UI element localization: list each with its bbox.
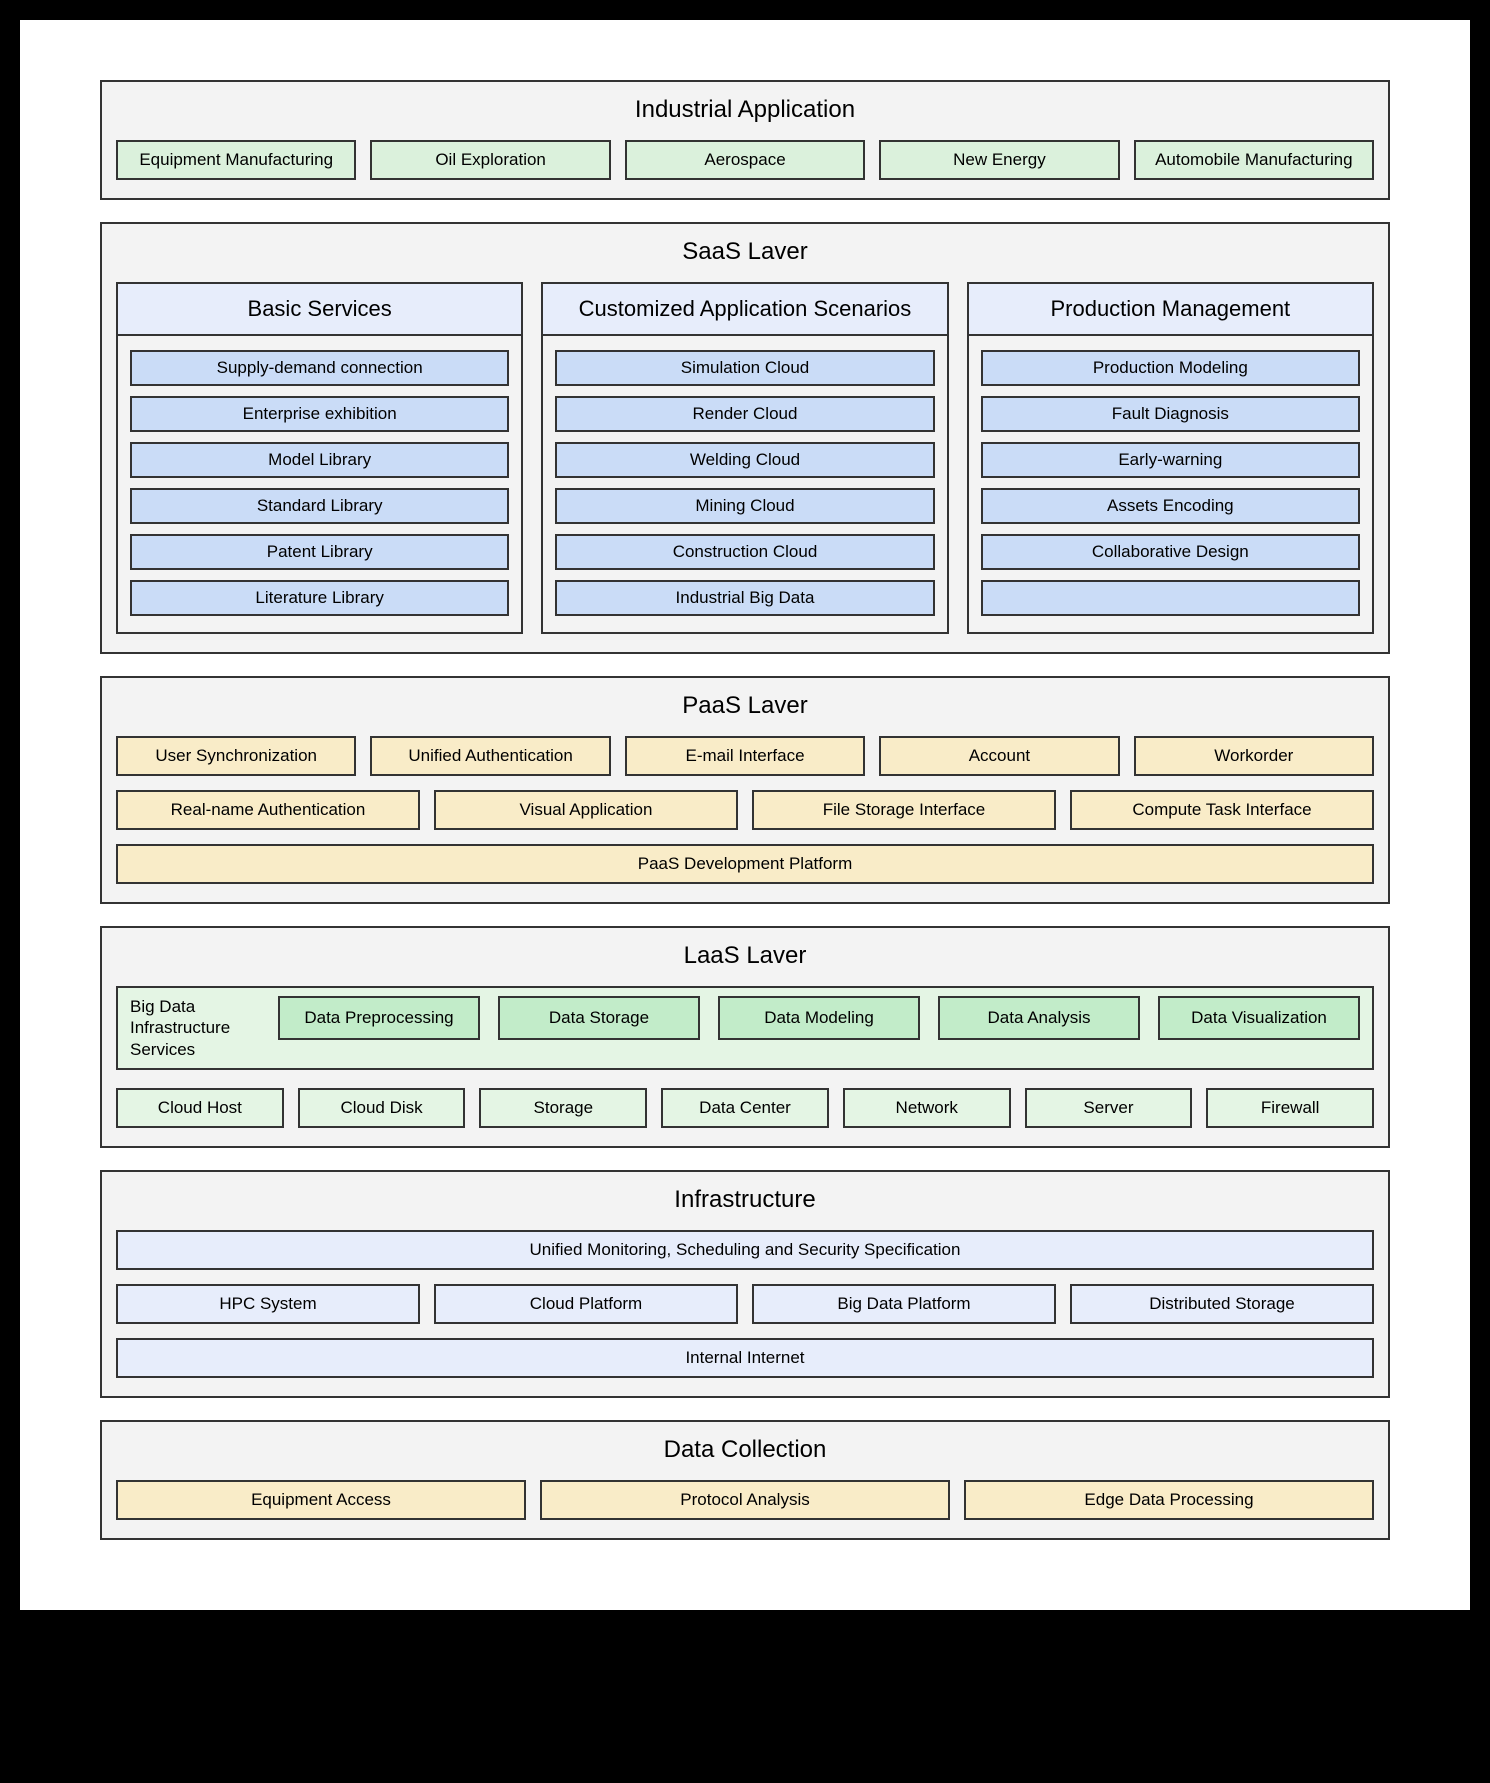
layer-infra: Infrastructure Unified Monitoring, Sched… — [100, 1170, 1390, 1398]
paas-item: Workorder — [1134, 736, 1374, 776]
industrial-item: Automobile Manufacturing — [1134, 140, 1374, 180]
saas-item: Standard Library — [130, 488, 509, 524]
laas-item: Data Center — [661, 1088, 829, 1128]
saas-item: Patent Library — [130, 534, 509, 570]
infra-top: Unified Monitoring, Scheduling and Secur… — [116, 1230, 1374, 1270]
datacollection-item: Equipment Access — [116, 1480, 526, 1520]
laas-bigdata-item: Data Preprocessing — [278, 996, 480, 1040]
paas-item: Account — [879, 736, 1119, 776]
layer-title-industrial: Industrial Application — [116, 96, 1374, 124]
datacollection-item: Edge Data Processing — [964, 1480, 1374, 1520]
infra-item: HPC System — [116, 1284, 420, 1324]
laas-item: Firewall — [1206, 1088, 1374, 1128]
saas-item-empty — [981, 580, 1360, 616]
industrial-item: Aerospace — [625, 140, 865, 180]
saas-col-title: Production Management — [969, 284, 1372, 336]
saas-item: Welding Cloud — [555, 442, 934, 478]
laas-item: Network — [843, 1088, 1011, 1128]
layer-datacollection: Data Collection Equipment Access Protoco… — [100, 1420, 1390, 1540]
saas-item: Early-warning — [981, 442, 1360, 478]
laas-item: Server — [1025, 1088, 1193, 1128]
paas-item: Real-name Authentication — [116, 790, 420, 830]
laas-bigdata-strip: Big Data Infrastructure Services Data Pr… — [116, 986, 1374, 1070]
saas-col-title: Basic Services — [118, 284, 521, 336]
paas-item: Compute Task Interface — [1070, 790, 1374, 830]
saas-item: Simulation Cloud — [555, 350, 934, 386]
saas-item: Supply-demand connection — [130, 350, 509, 386]
laas-item: Cloud Host — [116, 1088, 284, 1128]
layer-title-datacollection: Data Collection — [116, 1436, 1374, 1464]
laas-item: Storage — [479, 1088, 647, 1128]
paas-item: User Synchronization — [116, 736, 356, 776]
paas-item: E-mail Interface — [625, 736, 865, 776]
laas-bigdata-label: Big Data Infrastructure Services — [130, 996, 260, 1060]
saas-item: Industrial Big Data — [555, 580, 934, 616]
layer-title-laas: LaaS Laver — [116, 942, 1374, 970]
paas-item: Visual Application — [434, 790, 738, 830]
infra-item: Distributed Storage — [1070, 1284, 1374, 1324]
layer-title-infra: Infrastructure — [116, 1186, 1374, 1214]
saas-item: Construction Cloud — [555, 534, 934, 570]
saas-item: Fault Diagnosis — [981, 396, 1360, 432]
industrial-item: Equipment Manufacturing — [116, 140, 356, 180]
laas-bigdata-item: Data Visualization — [1158, 996, 1360, 1040]
layer-paas: PaaS Laver User Synchronization Unified … — [100, 676, 1390, 904]
industrial-item: New Energy — [879, 140, 1119, 180]
datacollection-item: Protocol Analysis — [540, 1480, 950, 1520]
saas-item: Render Cloud — [555, 396, 934, 432]
layer-laas: LaaS Laver Big Data Infrastructure Servi… — [100, 926, 1390, 1148]
saas-item: Literature Library — [130, 580, 509, 616]
paas-item: File Storage Interface — [752, 790, 1056, 830]
laas-bigdata-item: Data Analysis — [938, 996, 1140, 1040]
saas-item: Mining Cloud — [555, 488, 934, 524]
saas-item: Model Library — [130, 442, 509, 478]
industrial-item: Oil Exploration — [370, 140, 610, 180]
saas-col-title: Customized Application Scenarios — [543, 284, 946, 336]
infra-item: Cloud Platform — [434, 1284, 738, 1324]
laas-bigdata-item: Data Storage — [498, 996, 700, 1040]
saas-item: Production Modeling — [981, 350, 1360, 386]
layer-title-paas: PaaS Laver — [116, 692, 1374, 720]
layer-title-saas: SaaS Laver — [116, 238, 1374, 266]
saas-item: Assets Encoding — [981, 488, 1360, 524]
layer-saas: SaaS Laver Basic Services Supply-demand … — [100, 222, 1390, 654]
paas-platform: PaaS Development Platform — [116, 844, 1374, 884]
infra-item: Big Data Platform — [752, 1284, 1056, 1324]
saas-col-basic: Basic Services Supply-demand connection … — [116, 282, 523, 634]
layer-industrial: Industrial Application Equipment Manufac… — [100, 80, 1390, 200]
architecture-diagram: Industrial Application Equipment Manufac… — [20, 20, 1470, 1610]
saas-item: Collaborative Design — [981, 534, 1360, 570]
infra-bottom: Internal Internet — [116, 1338, 1374, 1378]
laas-bigdata-item: Data Modeling — [718, 996, 920, 1040]
paas-item: Unified Authentication — [370, 736, 610, 776]
laas-item: Cloud Disk — [298, 1088, 466, 1128]
saas-col-production: Production Management Production Modelin… — [967, 282, 1374, 634]
saas-col-custom: Customized Application Scenarios Simulat… — [541, 282, 948, 634]
saas-item: Enterprise exhibition — [130, 396, 509, 432]
